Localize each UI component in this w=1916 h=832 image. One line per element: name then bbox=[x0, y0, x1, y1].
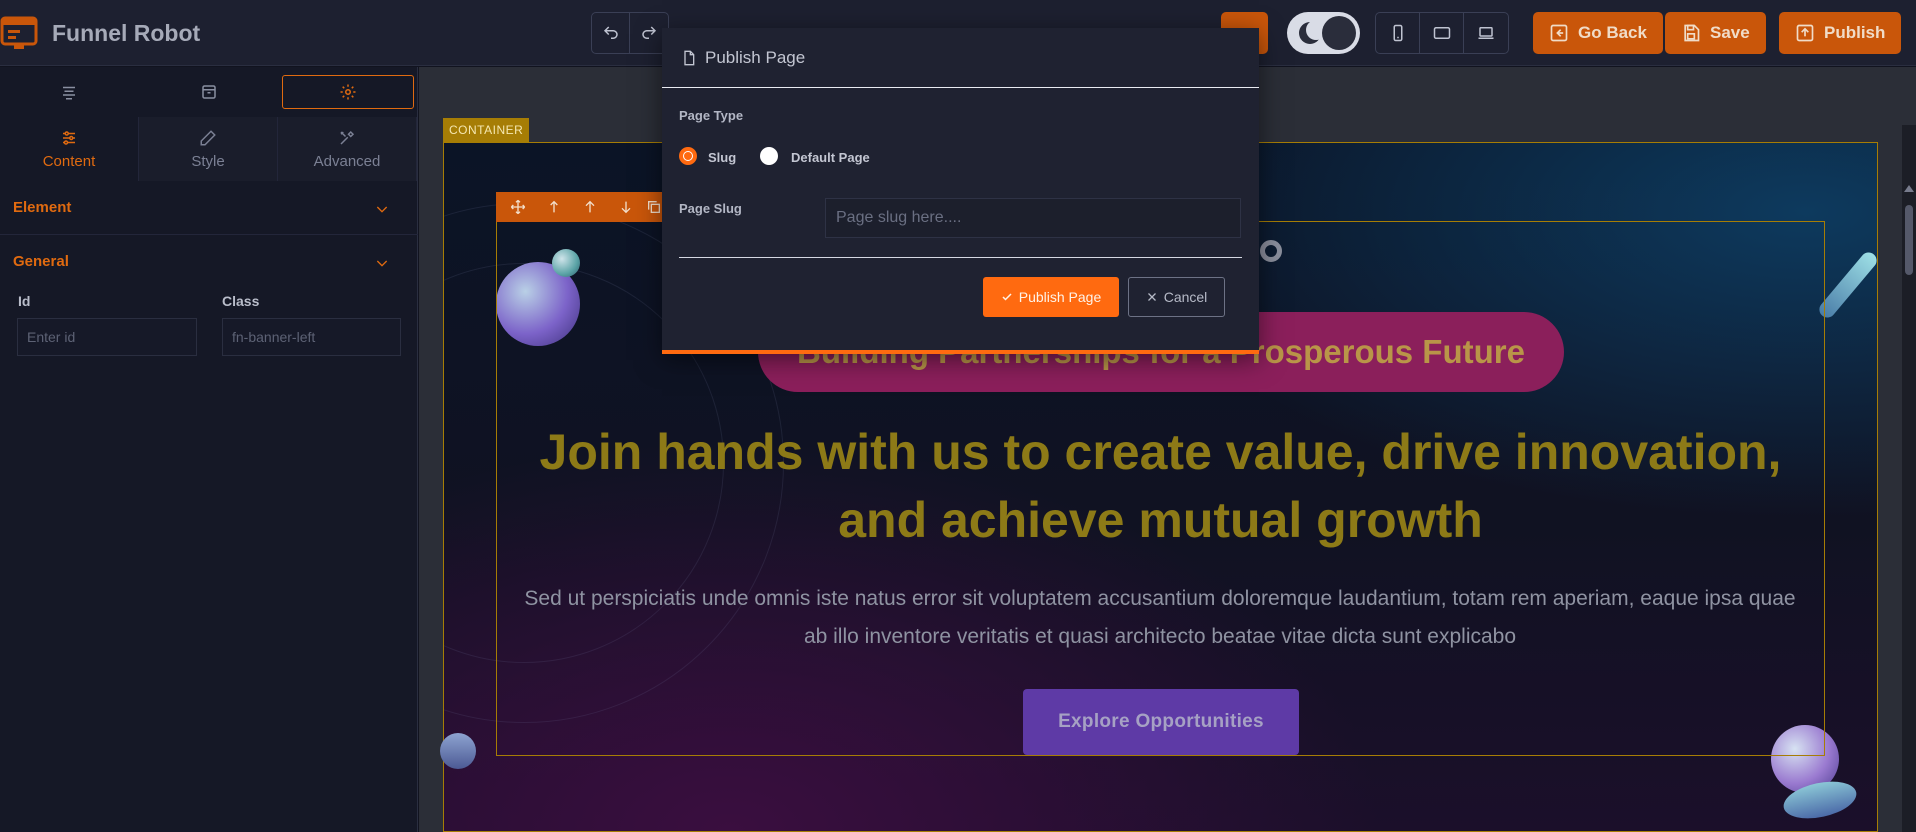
subtab-content[interactable]: Content bbox=[0, 117, 139, 181]
mobile-view-button[interactable] bbox=[1376, 13, 1420, 53]
desktop-view-button[interactable] bbox=[1464, 13, 1508, 53]
panel-tabs bbox=[0, 67, 418, 117]
chevron-down-icon bbox=[376, 260, 388, 267]
settings-icon bbox=[340, 84, 356, 100]
arrow-up-icon bbox=[585, 200, 595, 213]
section-element[interactable]: Element bbox=[0, 181, 418, 235]
move-button[interactable] bbox=[500, 192, 536, 222]
pen-icon bbox=[200, 129, 216, 145]
arrow-down-icon bbox=[621, 201, 631, 214]
publish-page-button-label: Publish Page bbox=[1018, 289, 1102, 305]
id-field[interactable]: Enter id bbox=[17, 318, 197, 356]
duplicate-button[interactable] bbox=[644, 192, 664, 222]
tablet-icon bbox=[1433, 27, 1450, 39]
subtab-style-label: Style bbox=[191, 152, 225, 170]
chevron-down-icon bbox=[376, 206, 388, 213]
move-up-button[interactable] bbox=[572, 192, 608, 222]
modal-divider bbox=[679, 257, 1242, 258]
redo-icon bbox=[642, 26, 657, 39]
id-label: Id bbox=[18, 293, 31, 309]
container-label[interactable]: CONTAINER bbox=[443, 118, 530, 142]
page-slug-label: Page Slug bbox=[679, 201, 742, 216]
arrow-up-corner-icon bbox=[550, 200, 558, 213]
device-switcher bbox=[1375, 12, 1509, 54]
hero-text[interactable]: Sed ut perspiciatis unde omnis iste natu… bbox=[510, 580, 1810, 656]
cancel-button[interactable]: Cancel bbox=[1128, 277, 1225, 317]
theme-toggle[interactable] bbox=[1287, 12, 1360, 54]
publish-button[interactable]: Publish bbox=[1779, 12, 1902, 54]
canvas-scrollbar[interactable] bbox=[1902, 125, 1916, 832]
slug-radio-label[interactable]: Slug bbox=[708, 150, 736, 165]
scroll-up-arrow-icon[interactable] bbox=[1904, 185, 1914, 192]
publish-label: Publish bbox=[1824, 23, 1886, 42]
class-label: Class bbox=[222, 293, 260, 309]
section-general-title: General bbox=[13, 253, 69, 270]
brand-name: Funnel Robot bbox=[52, 19, 201, 46]
select-parent-button[interactable] bbox=[536, 192, 572, 222]
moon-icon bbox=[1299, 20, 1326, 44]
file-icon bbox=[684, 50, 695, 65]
subtab-style[interactable]: Style bbox=[139, 117, 278, 181]
go-back-button[interactable]: Go Back bbox=[1533, 12, 1663, 54]
brand: Funnel Robot bbox=[0, 12, 200, 54]
publish-icon bbox=[1796, 24, 1814, 42]
tools-icon bbox=[340, 130, 355, 145]
section-element-title: Element bbox=[13, 199, 72, 216]
template-icon bbox=[202, 85, 216, 99]
move-icon bbox=[510, 199, 526, 215]
copy-icon bbox=[648, 201, 660, 213]
publish-page-button[interactable]: Publish Page bbox=[983, 277, 1119, 317]
subtab-advanced-label: Advanced bbox=[313, 152, 381, 170]
page-type-label: Page Type bbox=[679, 108, 744, 123]
panel-subtabs: Content Style Advanced bbox=[0, 117, 418, 181]
left-panel: Content Style Advanced Element General I… bbox=[0, 67, 418, 832]
cancel-button-label: Cancel bbox=[1163, 289, 1208, 305]
funnel-robot-logo-icon bbox=[0, 12, 42, 54]
history-controls bbox=[591, 12, 669, 54]
subtab-advanced[interactable]: Advanced bbox=[278, 117, 417, 181]
slug-radio[interactable] bbox=[679, 147, 697, 165]
modal-title: Publish Page bbox=[705, 47, 806, 67]
sliders-icon bbox=[63, 130, 75, 145]
save-icon bbox=[1684, 24, 1700, 42]
go-back-label: Go Back bbox=[1578, 23, 1647, 42]
undo-button[interactable] bbox=[592, 13, 630, 53]
close-icon bbox=[1147, 293, 1156, 301]
tab-layers[interactable] bbox=[4, 75, 134, 109]
modal-header: Publish Page bbox=[662, 28, 1259, 88]
save-label: Save bbox=[1710, 23, 1750, 42]
go-back-icon bbox=[1550, 24, 1568, 42]
decor-disc bbox=[440, 733, 476, 769]
explore-opportunities-button[interactable]: Explore Opportunities bbox=[1023, 689, 1299, 755]
page-slug-input[interactable]: Page slug here.... bbox=[825, 198, 1241, 238]
tablet-view-button[interactable] bbox=[1420, 13, 1464, 53]
element-toolbar bbox=[496, 192, 668, 222]
default-page-radio-label[interactable]: Default Page bbox=[791, 150, 870, 165]
layers-icon bbox=[63, 86, 75, 100]
tab-settings[interactable] bbox=[282, 75, 414, 109]
tab-templates[interactable] bbox=[144, 75, 274, 109]
scroll-thumb[interactable] bbox=[1905, 205, 1913, 275]
move-down-button[interactable] bbox=[608, 192, 644, 222]
toggle-knob bbox=[1322, 16, 1356, 50]
desktop-icon bbox=[1478, 27, 1494, 39]
partial-heading-glyph bbox=[1260, 240, 1282, 262]
publish-page-modal: Publish Page Page Type Slug Default Page… bbox=[662, 28, 1259, 354]
section-general[interactable]: General bbox=[0, 235, 418, 289]
undo-icon bbox=[603, 26, 618, 39]
default-page-radio[interactable] bbox=[760, 147, 778, 165]
save-button[interactable]: Save bbox=[1665, 12, 1766, 54]
class-field[interactable]: fn-banner-left bbox=[222, 318, 401, 356]
check-icon bbox=[1002, 293, 1012, 301]
hero-title[interactable]: Join hands with us to create value, driv… bbox=[496, 418, 1825, 554]
mobile-icon bbox=[1393, 24, 1402, 42]
subtab-content-label: Content bbox=[42, 152, 96, 170]
